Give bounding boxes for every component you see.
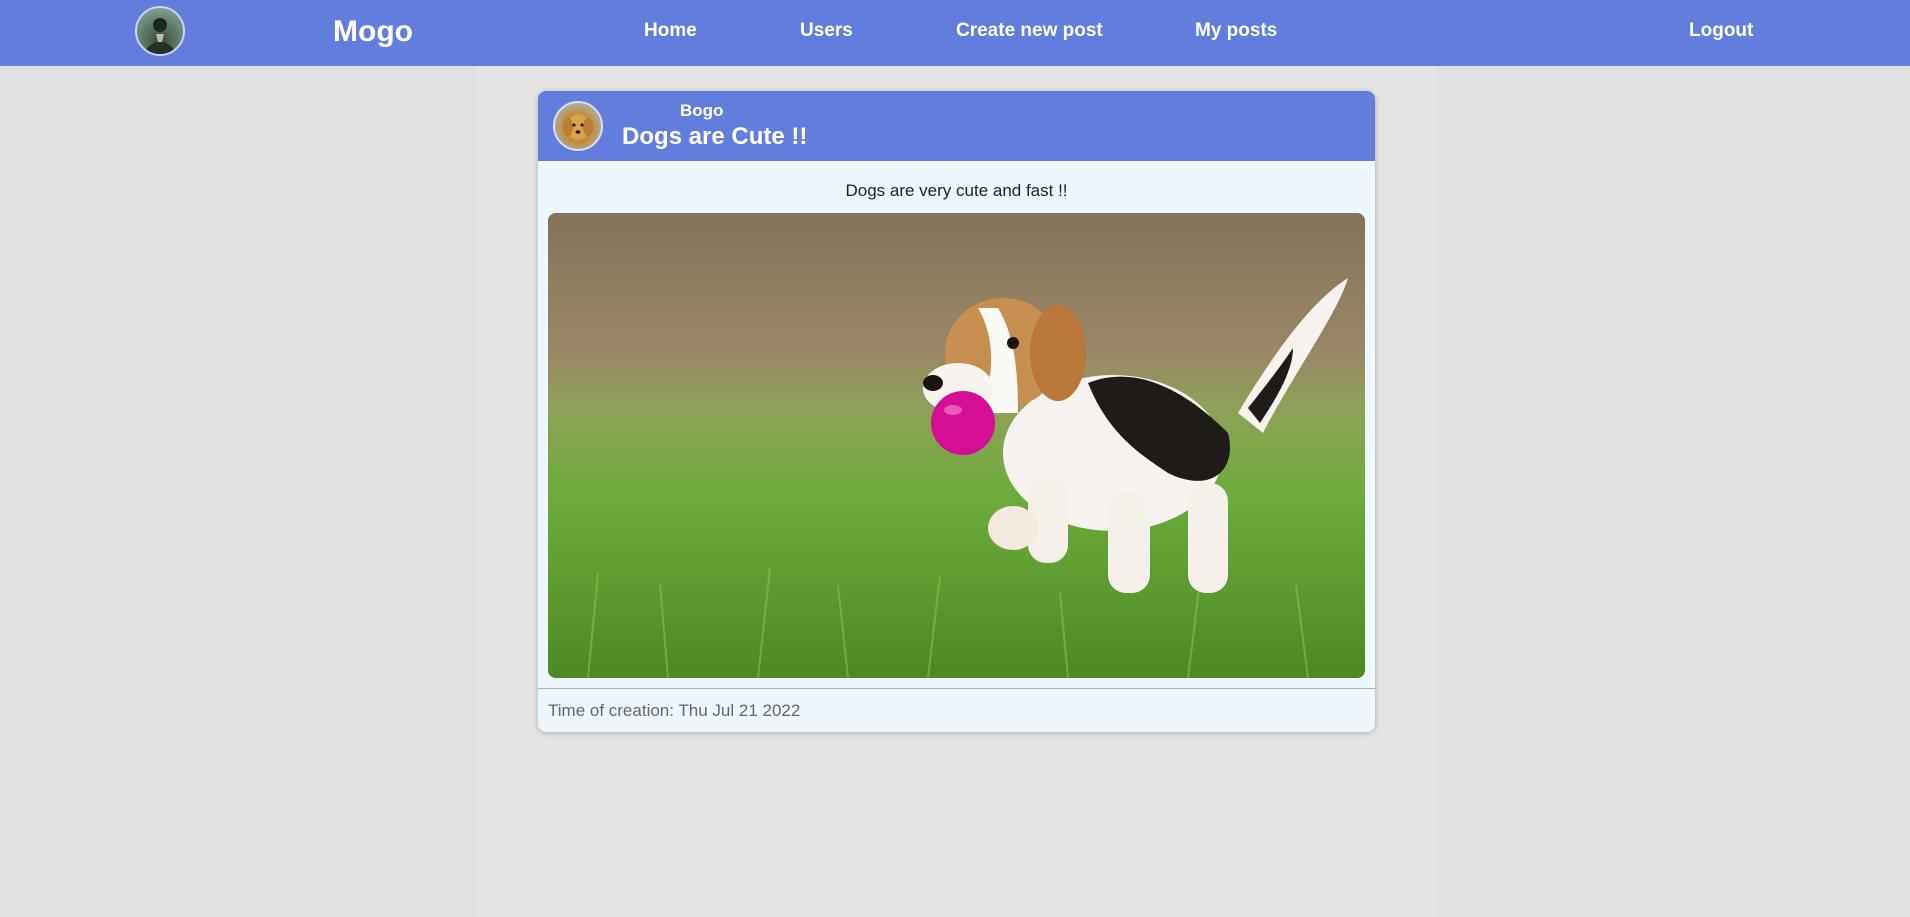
- post-description: Dogs are very cute and fast !!: [845, 181, 1068, 200]
- user-avatar-image: [145, 18, 175, 54]
- post-divider: [538, 688, 1375, 689]
- nav-create-post-link[interactable]: Create new post: [956, 19, 1103, 43]
- post-image-dog-illustration: [548, 213, 1365, 678]
- author-avatar-image: [563, 114, 593, 140]
- navbar: Mogo Home Users Create new post My posts…: [0, 0, 1910, 66]
- nav-users-link[interactable]: Users: [800, 19, 853, 43]
- post-title: Dogs are Cute !!: [622, 123, 808, 150]
- post-card: Bogo Dogs are Cute !! Dogs are very cute…: [538, 91, 1375, 732]
- author-avatar[interactable]: [553, 101, 603, 151]
- post-image: [548, 213, 1365, 678]
- user-avatar[interactable]: [135, 6, 185, 56]
- nav-home-link[interactable]: Home: [644, 19, 697, 43]
- post-time-of-creation: Time of creation: Thu Jul 21 2022: [548, 701, 801, 720]
- post-header: Bogo Dogs are Cute !!: [538, 91, 1375, 161]
- nav-logout-link[interactable]: Logout: [1689, 19, 1753, 43]
- nav-my-posts-link[interactable]: My posts: [1195, 19, 1277, 43]
- brand-logo[interactable]: Mogo: [333, 12, 413, 52]
- post-author-name[interactable]: Bogo: [680, 101, 723, 121]
